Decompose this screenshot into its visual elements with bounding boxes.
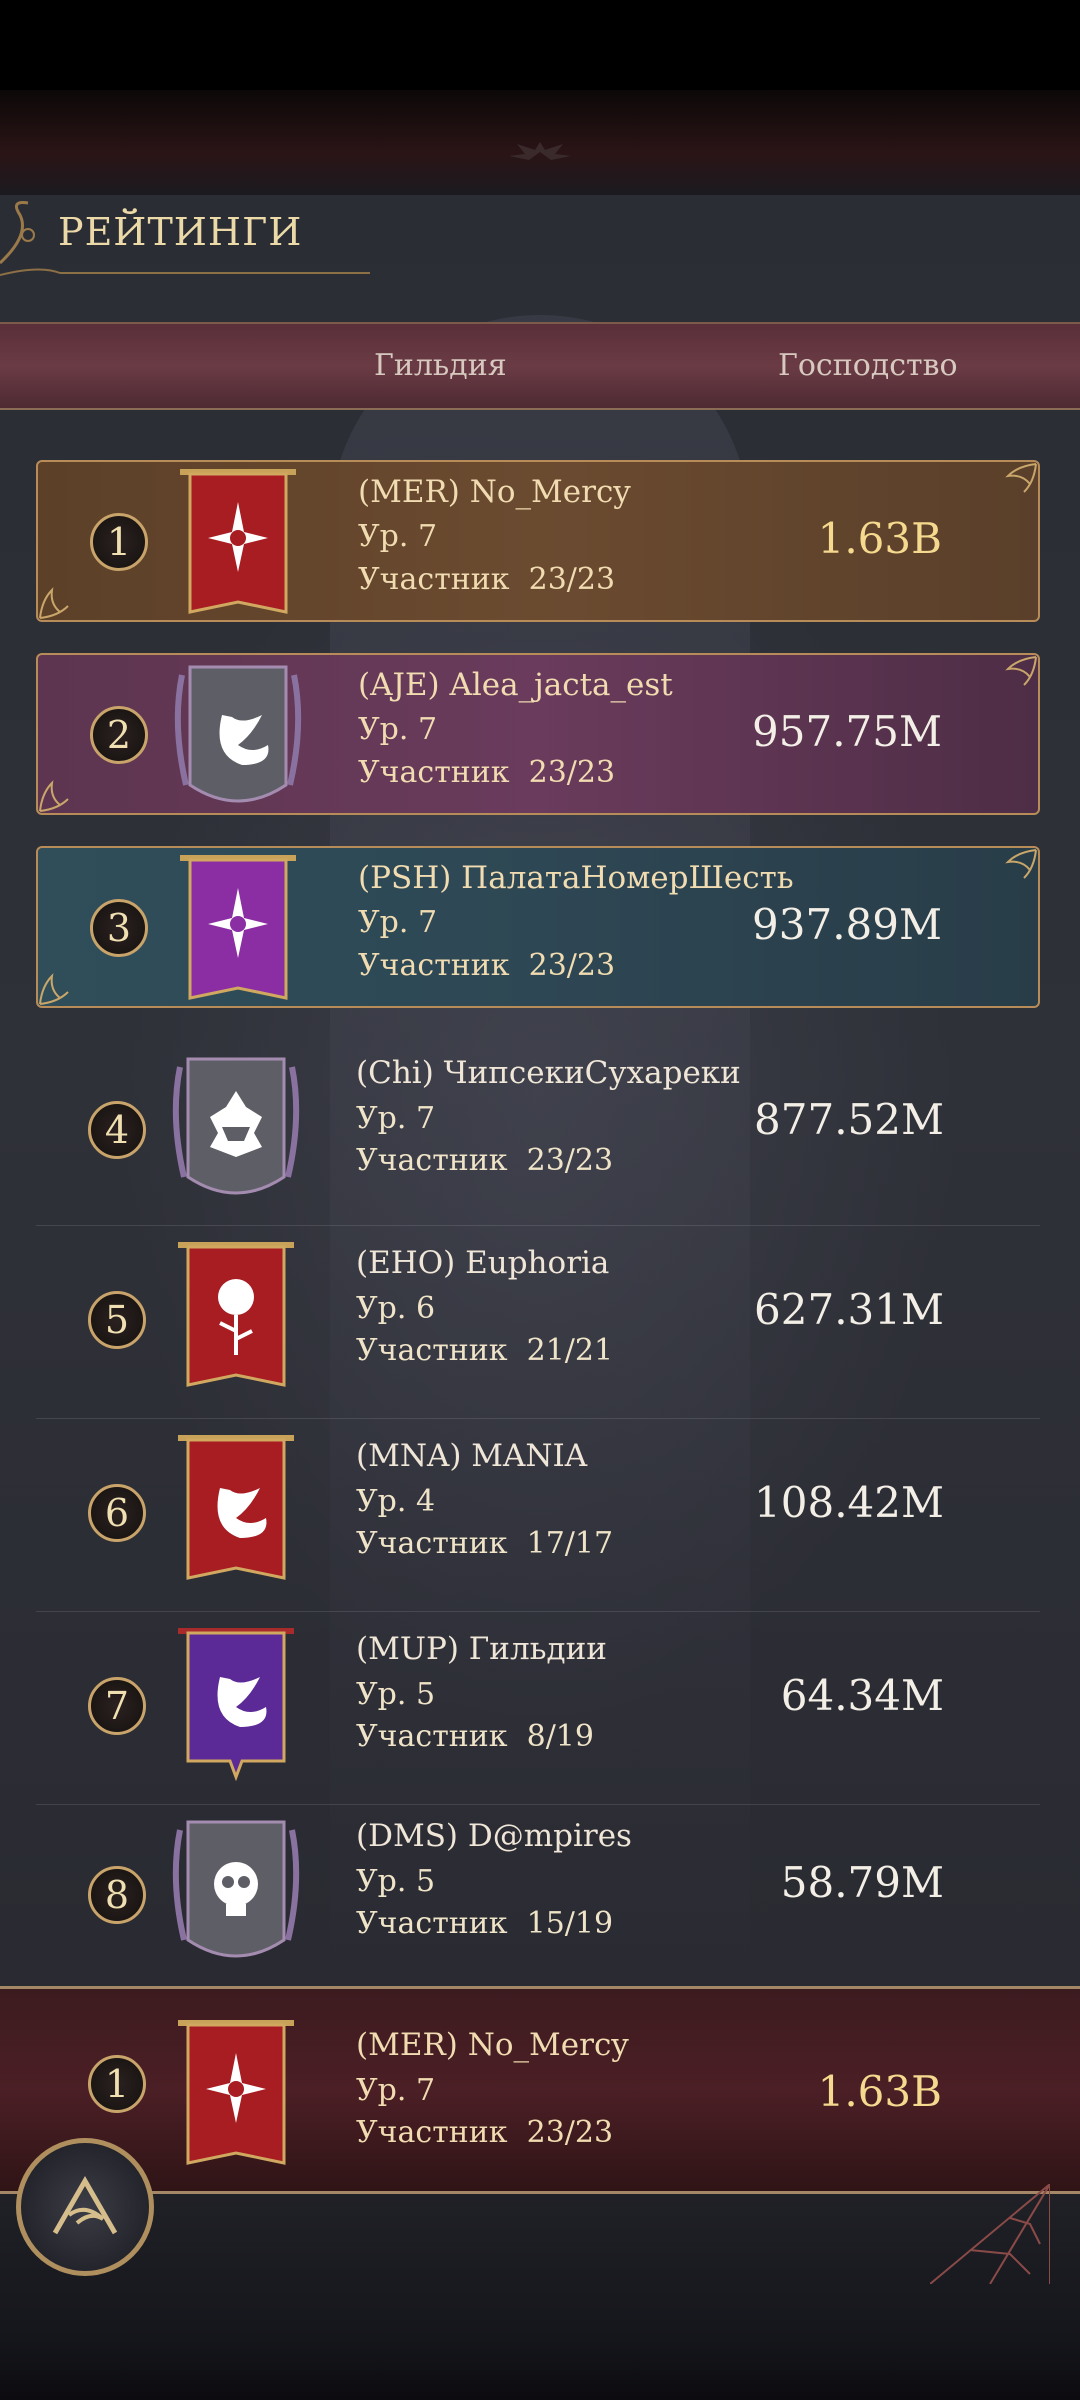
guild-members: Участник 23/23 xyxy=(356,1143,614,1178)
guild-banner-icon xyxy=(174,665,302,803)
dominance-value: 877.52M xyxy=(754,1095,944,1144)
rank-badge: 6 xyxy=(88,1484,146,1542)
rank-badge: 8 xyxy=(88,1866,146,1924)
dominance-value: 108.42M xyxy=(754,1478,944,1527)
rank-badge: 4 xyxy=(88,1101,146,1159)
ranking-row[interactable]: 4 (Chi) ЧипсекиСухареки Ур. 7 Участник 2… xyxy=(36,1039,1040,1226)
ranking-row[interactable]: 1 (MER) No_Mercy Ур. 7 Участник 23/23 1.… xyxy=(36,460,1040,622)
guild-name: (EHO) Euphoria xyxy=(356,1245,610,1281)
guild-level: Ур. 7 xyxy=(356,2073,436,2108)
ranking-row[interactable]: 7 (MUP) Гильдии Ур. 5 Участник 8/19 64.3… xyxy=(36,1611,1040,1805)
guild-name: (MUP) Гильдии xyxy=(356,1631,607,1667)
dominance-value: 1.63B xyxy=(817,514,942,563)
guild-level: Ур. 7 xyxy=(356,1101,436,1136)
guild-emblem-icon xyxy=(52,2175,118,2235)
guild-name: (DMS) D@mpires xyxy=(356,1818,632,1854)
dominance-value: 937.89M xyxy=(752,900,942,949)
column-dominance-label: Господство xyxy=(778,348,958,383)
guild-members: Участник 23/23 xyxy=(358,562,616,597)
dominance-value: 957.75M xyxy=(752,707,942,756)
guild-banner-icon xyxy=(180,469,296,614)
guild-level: Ур. 7 xyxy=(358,905,438,940)
guild-members: Участник 21/21 xyxy=(356,1333,614,1368)
my-guild-row[interactable]: 1 (MER) No_Mercy Ур. 7 Участник 23/23 1.… xyxy=(0,1986,1080,2194)
guild-members: Участник 15/19 xyxy=(356,1906,614,1941)
corner-flourish-icon xyxy=(39,587,69,619)
corner-flourish-icon xyxy=(1005,849,1037,879)
guild-level: Ур. 6 xyxy=(356,1291,436,1326)
guild-name: (PSH) ПалатаНомерШесть xyxy=(358,860,794,896)
guild-level: Ур. 7 xyxy=(358,519,438,554)
ranking-row[interactable]: 3 (PSH) ПалатаНомерШесть Ур. 7 Участник … xyxy=(36,846,1040,1008)
bottom-bar xyxy=(0,2184,1080,2400)
guild-name: (MNA) MANIA xyxy=(356,1438,588,1474)
dominance-value: 58.79M xyxy=(780,1858,944,1907)
corner-flourish-icon xyxy=(1005,463,1037,493)
home-button[interactable] xyxy=(16,2138,154,2276)
dominance-value: 64.34M xyxy=(780,1671,944,1720)
guild-banner-icon xyxy=(178,1242,294,1387)
bat-ornament-icon xyxy=(509,142,571,160)
ranking-row[interactable]: 5 (EHO) Euphoria Ур. 6 Участник 21/21 62… xyxy=(36,1225,1040,1419)
guild-banner-icon xyxy=(172,1057,300,1195)
guild-banner-icon xyxy=(178,1435,294,1580)
guild-name: (MER) No_Mercy xyxy=(356,2027,629,2063)
rank-badge: 5 xyxy=(88,1291,146,1349)
corner-flourish-icon xyxy=(1005,656,1037,686)
guild-banner-icon xyxy=(178,2020,294,2165)
corner-flourish-icon xyxy=(39,780,69,812)
guild-members: Участник 17/17 xyxy=(356,1526,614,1561)
ranking-row[interactable]: 8 (DMS) D@mpires Ур. 5 Участник 15/19 58… xyxy=(36,1804,1040,1986)
rank-badge: 2 xyxy=(90,706,148,764)
guild-level: Ур. 5 xyxy=(356,1864,436,1899)
guild-name: (Chi) ЧипсекиСухареки xyxy=(356,1055,741,1091)
rank-badge: 3 xyxy=(90,899,148,957)
page-title: РЕЙТИНГИ xyxy=(58,210,303,254)
guild-banner-icon xyxy=(178,1628,294,1782)
ranking-row[interactable]: 2 (AJE) Alea_jacta_est Ур. 7 Участник 23… xyxy=(36,653,1040,815)
guild-members: Участник 8/19 xyxy=(356,1719,594,1754)
spiderweb-ornament-icon xyxy=(930,2184,1050,2284)
dominance-value: 627.31M xyxy=(754,1285,944,1334)
rank-badge: 1 xyxy=(88,2055,146,2113)
column-guild-label: Гильдия xyxy=(374,348,507,383)
guild-name: (AJE) Alea_jacta_est xyxy=(358,667,673,703)
status-bar-area xyxy=(0,0,1080,90)
guild-level: Ур. 5 xyxy=(356,1677,436,1712)
guild-members: Участник 23/23 xyxy=(356,2115,614,2150)
guild-members: Участник 23/23 xyxy=(358,948,616,983)
guild-level: Ур. 7 xyxy=(358,712,438,747)
rank-badge: 7 xyxy=(88,1677,146,1735)
guild-banner-icon xyxy=(180,855,296,1000)
rank-badge: 1 xyxy=(90,513,148,571)
column-header-bar: Гильдия Господство xyxy=(0,322,1080,410)
guild-name: (MER) No_Mercy xyxy=(358,474,631,510)
ranking-row[interactable]: 6 (MNA) MANIA Ур. 4 Участник 17/17 108.4… xyxy=(36,1418,1040,1612)
guild-members: Участник 23/23 xyxy=(358,755,616,790)
guild-banner-icon xyxy=(172,1820,300,1958)
guild-level: Ур. 4 xyxy=(356,1484,436,1519)
corner-flourish-icon xyxy=(39,973,69,1005)
dominance-value: 1.63B xyxy=(817,2067,942,2116)
top-header-band xyxy=(0,90,1080,195)
